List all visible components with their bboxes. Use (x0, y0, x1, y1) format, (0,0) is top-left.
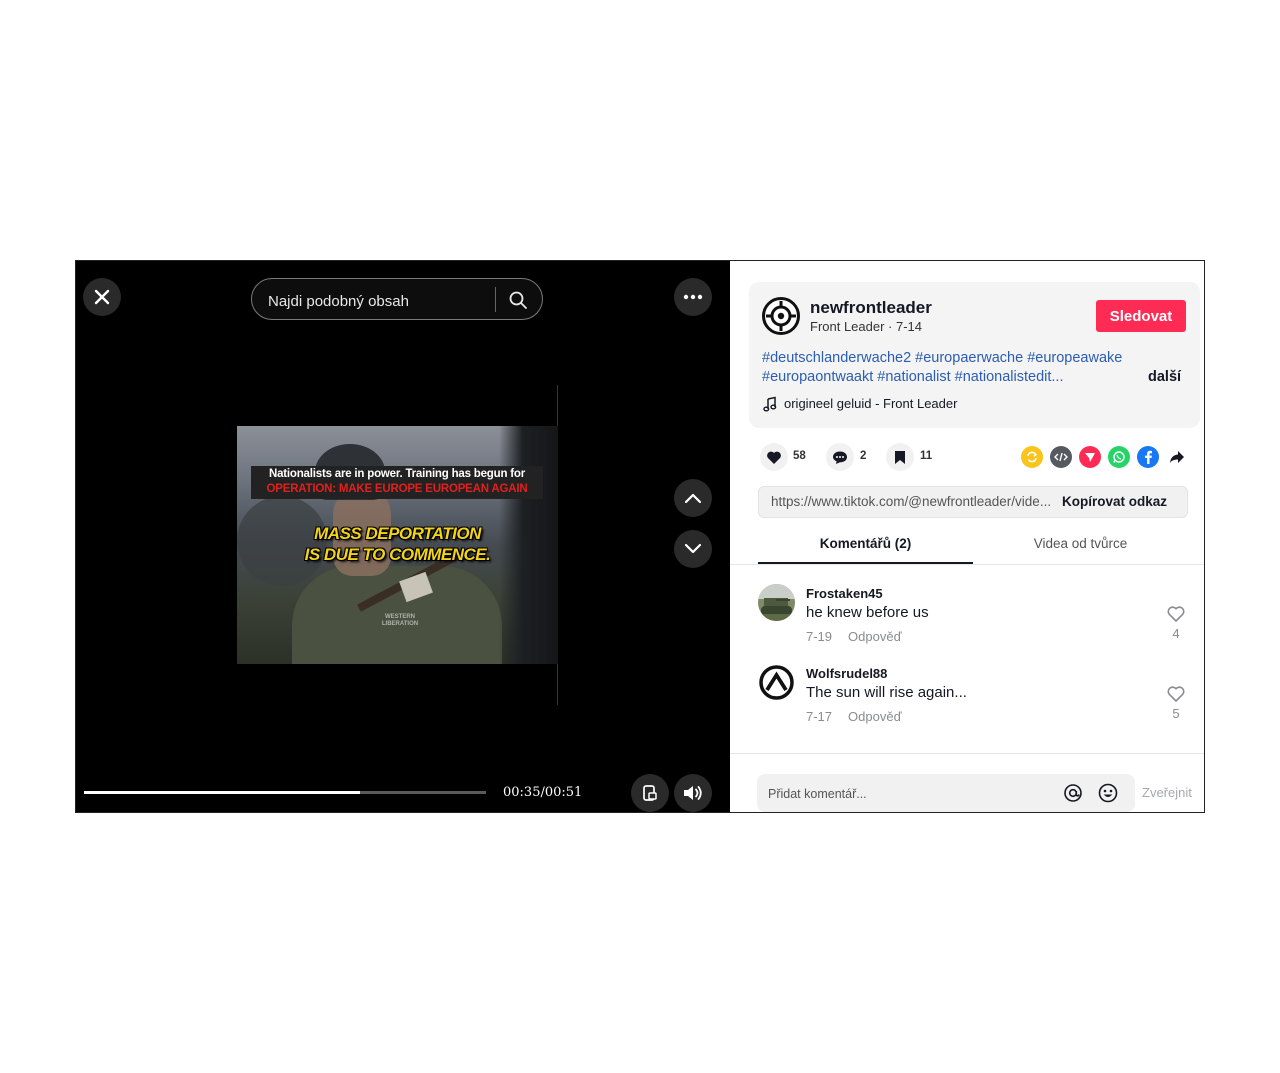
commenter-username[interactable]: Wolfsrudel88 (806, 666, 887, 681)
video-watermark: WESTERN LIBERATION (381, 614, 419, 627)
comment-item: Frostaken45 he knew before us 7-19 Odpově… (758, 584, 1198, 654)
comment-like-count: 4 (1172, 626, 1180, 641)
details-panel: newfrontleader Front Leader · 7-14 Sledo… (730, 261, 1204, 812)
playback-time: 00:35/00:51 (503, 785, 583, 800)
commenter-avatar[interactable] (758, 584, 795, 621)
reply-button[interactable]: Odpověď (848, 709, 902, 724)
progress-bar[interactable] (84, 791, 486, 794)
bookmark-icon (895, 450, 905, 464)
more-icon (683, 294, 703, 300)
facebook-button[interactable] (1137, 446, 1159, 468)
video-headline: IS DUE TO COMMENCE. (304, 545, 491, 564)
music-note-icon (763, 396, 777, 412)
more-options-button[interactable] (674, 278, 712, 316)
comment-meta: 7-19 Odpověď (806, 629, 902, 644)
lambda-logo-avatar (759, 665, 794, 700)
like-count: 58 (793, 450, 806, 462)
mention-icon[interactable] (1062, 782, 1084, 804)
video-caption-line: OPERATION: MAKE EUROPE EUROPEAN AGAIN (266, 483, 528, 495)
commenter-avatar[interactable] (758, 664, 795, 701)
chevron-up-icon (684, 493, 702, 504)
whatsapp-button[interactable] (1108, 446, 1130, 468)
search-divider (495, 287, 496, 312)
comment-date: 7-19 (806, 629, 833, 644)
video-frame[interactable]: Nationalists are in power. Training has … (237, 426, 558, 664)
share-arrow-icon (1170, 451, 1184, 463)
crosshair-logo-icon (766, 301, 796, 331)
facebook-icon (1145, 450, 1152, 464)
music-title[interactable]: origineel geluid - Front Leader (784, 396, 957, 411)
similar-search-bar (251, 278, 543, 320)
video-player: Nationalists are in power. Training has … (76, 261, 730, 812)
comment-text: he knew before us (806, 604, 929, 621)
video-modal: Nationalists are in power. Training has … (75, 260, 1205, 813)
save-count: 11 (920, 450, 933, 462)
comment-meta: 7-17 Odpověď (806, 709, 902, 724)
share-more-button[interactable] (1166, 446, 1188, 468)
post-info-card: newfrontleader Front Leader · 7-14 Sledo… (749, 282, 1200, 428)
comment-text: The sun will rise again... (806, 684, 967, 701)
chevron-down-icon (684, 543, 702, 554)
save-button[interactable] (886, 443, 914, 471)
tab-comments[interactable]: Komentářů (2) (758, 531, 973, 564)
heart-outline-icon[interactable] (1166, 604, 1186, 624)
comment-input[interactable] (766, 784, 1050, 804)
tank-photo-avatar (758, 584, 795, 621)
emoji-icon[interactable] (1097, 782, 1119, 804)
embed-icon (1054, 452, 1068, 462)
send-icon (1085, 453, 1095, 462)
comment-count: 2 (860, 450, 867, 462)
send-button[interactable] (1079, 446, 1101, 468)
volume-button[interactable] (674, 774, 712, 812)
repost-icon (1027, 451, 1038, 463)
previous-video-button[interactable] (674, 479, 712, 517)
comment-item: Wolfsrudel88 The sun will rise again... … (758, 664, 1198, 734)
comment-composer (757, 774, 1135, 812)
author-username[interactable]: newfrontleader (810, 298, 932, 318)
volume-icon (684, 786, 702, 800)
comment-date: 7-17 (806, 709, 833, 724)
hashtags-line[interactable]: #europaontwaakt #nationalist #nationalis… (762, 369, 1063, 385)
author-avatar[interactable] (762, 297, 800, 335)
comment-button[interactable] (826, 443, 854, 471)
search-button[interactable] (505, 287, 531, 313)
heart-outline-icon[interactable] (1166, 684, 1186, 704)
comment-icon (833, 451, 847, 464)
close-button[interactable] (83, 278, 121, 316)
floating-player-button[interactable] (631, 774, 669, 812)
copy-link-button[interactable]: Kopírovat odkaz (1062, 494, 1167, 509)
close-icon (94, 289, 110, 305)
video-link-url[interactable]: https://www.tiktok.com/@newfrontleader/v… (771, 494, 1056, 509)
author-subline: Front Leader · 7-14 (810, 319, 923, 334)
next-video-button[interactable] (674, 530, 712, 568)
embed-button[interactable] (1050, 446, 1072, 468)
reply-button[interactable]: Odpověď (848, 629, 902, 644)
heart-icon (767, 451, 781, 464)
video-headline: MASS DEPORTATION (314, 524, 481, 543)
search-icon (509, 291, 527, 309)
composer-divider (730, 753, 1204, 754)
hashtags-line[interactable]: #deutschlanderwache2 #europaerwache #eur… (762, 350, 1122, 366)
like-button[interactable] (760, 443, 788, 471)
progress-fill (84, 791, 360, 794)
subtitles-icon (643, 785, 657, 801)
search-input[interactable] (266, 290, 490, 312)
commenter-username[interactable]: Frostaken45 (806, 586, 883, 601)
tab-creator-videos[interactable]: Videa od tvůrce (973, 531, 1188, 564)
video-caption-banner: Nationalists are in power. Training has … (251, 466, 543, 499)
whatsapp-icon (1113, 451, 1125, 463)
repost-button[interactable] (1021, 446, 1043, 468)
follow-button[interactable]: Sledovat (1096, 300, 1186, 332)
video-link-box: https://www.tiktok.com/@newfrontleader/v… (758, 486, 1188, 518)
post-comment-button[interactable]: Zveřejnit (1142, 785, 1192, 800)
video-caption-line: Nationalists are in power. Training has … (268, 468, 526, 480)
more-link[interactable]: další (1148, 369, 1181, 385)
tab-bar: Komentářů (2) Videa od tvůrce (730, 531, 1204, 565)
comment-like-count: 5 (1172, 706, 1180, 721)
